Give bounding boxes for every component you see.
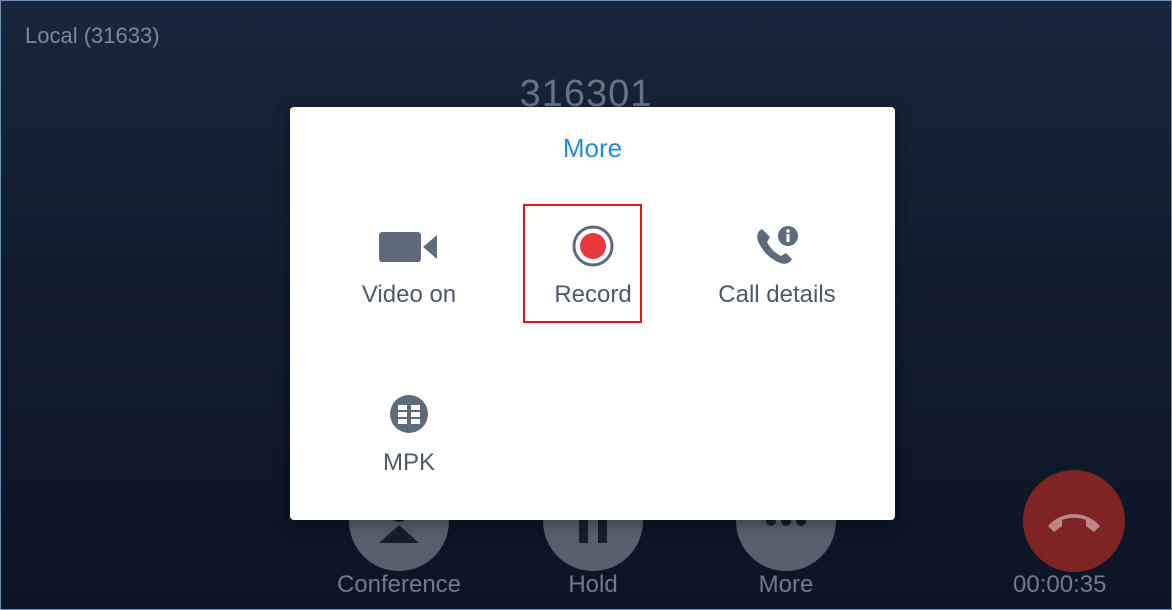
call-details-option[interactable]: Call details <box>682 223 872 309</box>
record-highlight-box <box>523 204 642 323</box>
call-screen: Local (31633) 316301 Conference Hold Mor… <box>0 0 1172 610</box>
dialog-title: More <box>562 133 623 163</box>
video-camera-icon <box>379 232 437 262</box>
video-on-label: Video on <box>361 281 457 308</box>
call-details-label: Call details <box>718 281 836 308</box>
mpk-grid-icon <box>390 395 428 433</box>
more-dialog: More Video on Record Call details MPK <box>290 107 895 520</box>
mpk-label: MPK <box>382 449 435 476</box>
call-details-icon <box>757 226 798 264</box>
mpk-option[interactable]: MPK <box>314 391 504 477</box>
video-on-option[interactable]: Video on <box>314 223 504 309</box>
